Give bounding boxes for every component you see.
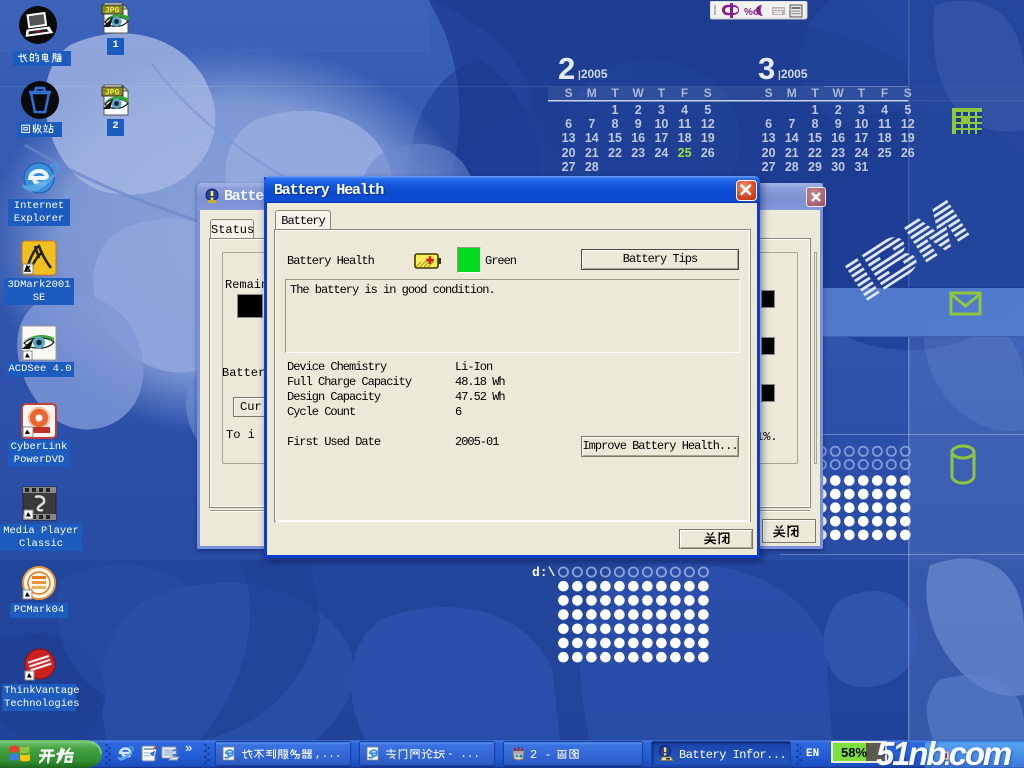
svg-text:d:\: d:\: [532, 565, 556, 580]
